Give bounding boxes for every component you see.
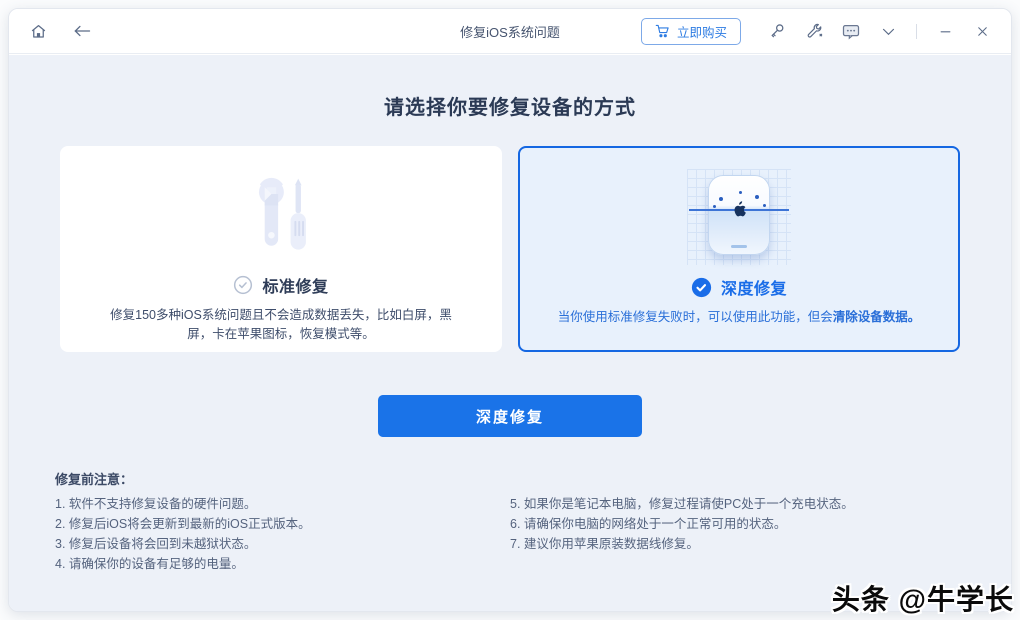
chevron-down-icon [880,23,897,40]
feedback-bubble-icon [841,22,861,41]
back-button[interactable] [71,20,93,42]
close-icon [975,24,990,39]
note-item: 5. 如果你是笔记本电脑，修复过程请使PC处于一个充电状态。 [510,497,965,511]
window-title: 修复iOS系统问题 [460,22,560,41]
card-deep-repair[interactable]: 深度修复 当你使用标准修复失败时，可以使用此功能，但会清除设备数据。 [518,146,960,352]
buy-now-label: 立即购买 [677,22,727,41]
home-icon [29,22,48,41]
note-item: 2. 修复后iOS将会更新到最新的iOS正式版本。 [55,517,510,531]
check-circle-filled-icon [691,277,712,298]
cart-icon [655,24,670,38]
menu-button[interactable] [877,20,899,42]
wrench-screwdriver-illustration-icon [60,162,502,272]
toutiao-watermark: 头条 @牛学长 [832,578,1014,618]
minimize-button[interactable] [934,20,956,42]
deep-repair-title-row: 深度修复 [520,275,958,299]
minimize-icon [938,24,953,39]
note-item: 7. 建议你用苹果原装数据线修复。 [510,537,965,551]
standard-repair-title: 标准修复 [262,273,328,297]
register-button[interactable] [766,20,788,42]
buy-now-button[interactable]: 立即购买 [641,18,741,45]
note-item: 1. 软件不支持修复设备的硬件问题。 [55,497,510,511]
titlebar-right: 立即购买 [641,18,993,45]
standard-repair-title-row: 标准修复 [60,273,502,297]
note-item: 6. 请确保你电脑的网络处于一个正常可用的状态。 [510,517,965,531]
notes-left-column: 1. 软件不支持修复设备的硬件问题。 2. 修复后iOS将会更新到最新的iOS正… [55,497,510,577]
close-button[interactable] [971,20,993,42]
titlebar: 修复iOS系统问题 立即购买 [9,9,1011,54]
wrench-icon [805,22,824,41]
deep-repair-action-button[interactable]: 深度修复 [378,395,642,437]
device-scan-illustration-icon [520,164,958,274]
home-button[interactable] [27,20,49,42]
tools-button[interactable] [803,20,825,42]
page-title: 请选择你要修复设备的方式 [9,91,1011,120]
deep-repair-title: 深度修复 [721,275,787,299]
titlebar-divider [916,24,917,39]
pre-repair-notes: 修复前注意： 1. 软件不支持修复设备的硬件问题。 2. 修复后iOS将会更新到… [9,469,1011,577]
deep-repair-description: 当你使用标准修复失败时，可以使用此功能，但会清除设备数据。 [544,308,934,327]
standard-repair-description: 修复150多种iOS系统问题且不会造成数据丢失，比如白屏，黑屏，卡在苹果图标，恢… [98,306,464,344]
app-window: 修复iOS系统问题 立即购买 [8,8,1012,612]
key-icon [768,22,787,41]
back-arrow-icon [72,23,92,39]
note-item: 3. 修复后设备将会回到未越狱状态。 [55,537,510,551]
repair-mode-cards: 标准修复 修复150多种iOS系统问题且不会造成数据丢失，比如白屏，黑屏，卡在苹… [9,146,1011,352]
card-standard-repair[interactable]: 标准修复 修复150多种iOS系统问题且不会造成数据丢失，比如白屏，黑屏，卡在苹… [60,146,502,352]
notes-heading: 修复前注意： [55,469,965,488]
check-circle-outline-icon [233,275,253,295]
titlebar-left [27,20,93,42]
notes-right-column: 5. 如果你是笔记本电脑，修复过程请使PC处于一个充电状态。 6. 请确保你电脑… [510,497,965,577]
content-area: 请选择你要修复设备的方式 [9,55,1011,611]
note-item: 4. 请确保你的设备有足够的电量。 [55,557,510,571]
desktop-canvas: 修复iOS系统问题 立即购买 [0,0,1020,620]
feedback-button[interactable] [840,20,862,42]
